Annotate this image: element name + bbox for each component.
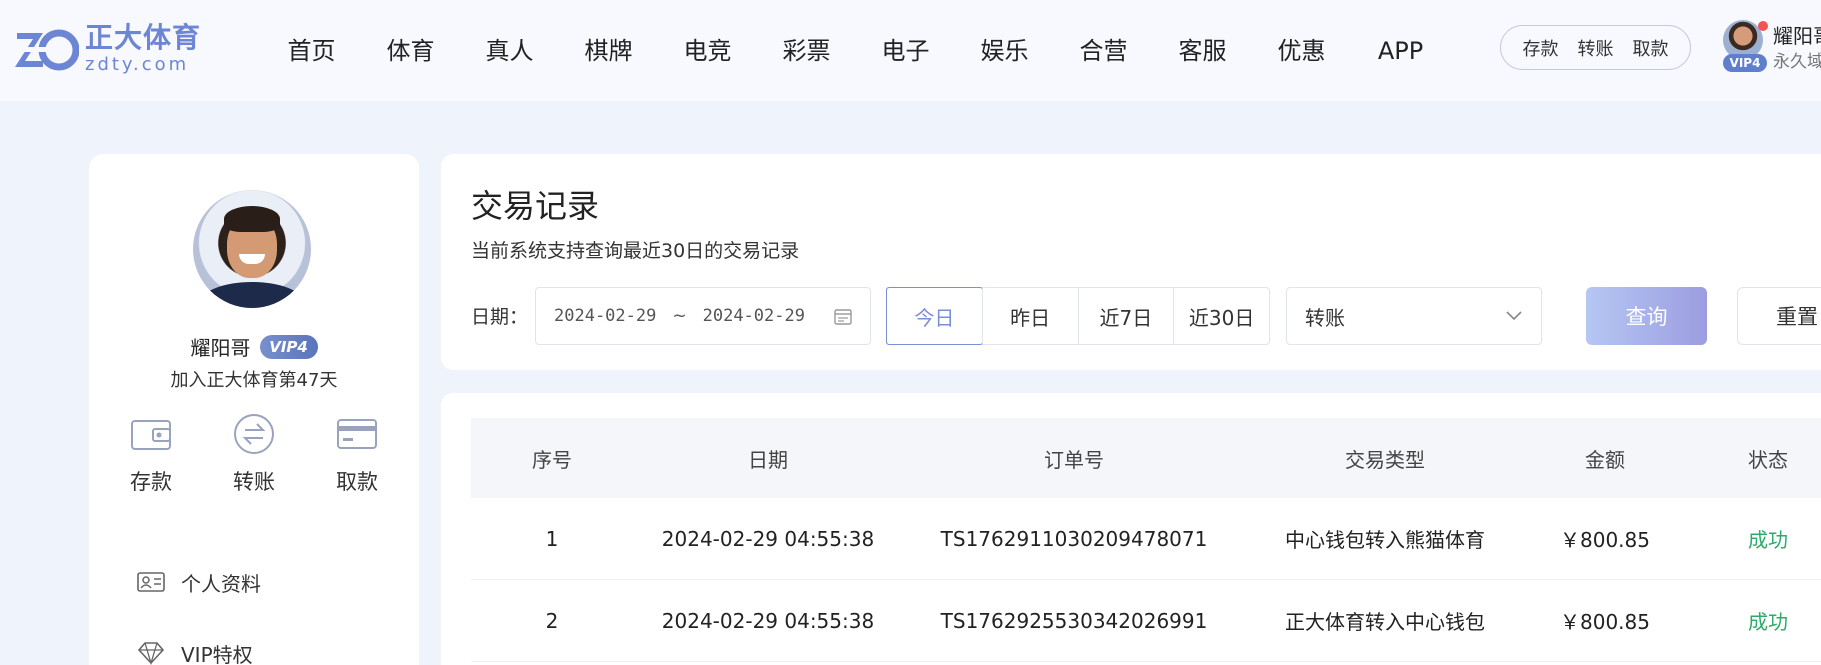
nav-app[interactable]: APP: [1351, 34, 1450, 68]
row-index: 1: [545, 526, 559, 551]
zd-logo-icon: [15, 29, 79, 71]
reset-button[interactable]: 重置: [1737, 287, 1821, 345]
date-start[interactable]: 2024-02-29: [554, 306, 656, 326]
header-amount: 金额: [1585, 447, 1625, 472]
filter-panel: 交易记录 当前系统支持查询最近30日的交易记录 日期： 2024-02-29 ~…: [441, 154, 1821, 370]
nav-live[interactable]: 真人: [460, 34, 559, 68]
id-card-icon: [137, 572, 165, 592]
header-status: 状态: [1748, 447, 1788, 472]
header-username[interactable]: 耀阳哥: [1773, 20, 1821, 49]
header-index: 序号: [532, 447, 572, 472]
deposit-button[interactable]: 存款: [109, 412, 193, 496]
menu-personal-info[interactable]: 个人资料: [137, 567, 261, 597]
page-title: 交易记录: [471, 187, 600, 225]
quick-transfer-link[interactable]: 转账: [1578, 35, 1614, 61]
profile-card: 耀阳哥 VIP4 加入正大体育第47天 存款 转账 取款 个人资料 VIP特权: [89, 154, 419, 665]
quick-range-group: 今日 昨日 近7日 近30日: [886, 287, 1270, 345]
withdraw-label: 取款: [336, 470, 378, 494]
date-end[interactable]: 2024-02-29: [703, 306, 805, 326]
transfer-label: 转账: [233, 470, 275, 494]
transfer-icon: [234, 414, 274, 454]
quick-actions: 存款 转账 取款: [1500, 25, 1691, 70]
transaction-type-select[interactable]: 转账: [1286, 287, 1542, 345]
quick-withdraw-link[interactable]: 取款: [1633, 35, 1669, 61]
nav-home[interactable]: 首页: [262, 34, 361, 68]
brand-logo[interactable]: 正大体育 zdty.com: [13, 21, 202, 75]
nav-affiliate[interactable]: 合营: [1054, 34, 1153, 68]
profile-actions: 存款 转账 取款: [109, 412, 399, 496]
range-7days-button[interactable]: 近7日: [1077, 288, 1174, 344]
profile-avatar[interactable]: [193, 190, 311, 308]
nav-lottery[interactable]: 彩票: [757, 34, 856, 68]
top-header: 正大体育 zdty.com 首页 体育 真人 棋牌 电竞 彩票 电子 娱乐 合营…: [0, 0, 1821, 101]
join-days-text: 加入正大体育第47天: [170, 370, 338, 391]
table-row: 2 2024-02-29 04:55:38 TS1762925530342026…: [471, 580, 1821, 662]
date-separator: ~: [672, 306, 687, 326]
row-date: 2024-02-29 04:55:38: [661, 526, 875, 551]
header-vip-badge: VIP4: [1723, 54, 1767, 72]
header-user[interactable]: VIP4 耀阳哥 永久域: [1721, 18, 1821, 78]
nav-sports[interactable]: 体育: [361, 34, 460, 68]
nav-cards[interactable]: 棋牌: [559, 34, 658, 68]
nav-support[interactable]: 客服: [1153, 34, 1252, 68]
row-type: 正大体育转入中心钱包: [1285, 610, 1485, 634]
brand-name: 正大体育: [85, 21, 202, 54]
profile-vip-badge: VIP4: [259, 334, 318, 359]
range-30days-button[interactable]: 近30日: [1173, 288, 1269, 344]
query-button[interactable]: 查询: [1586, 287, 1707, 345]
card-icon: [337, 419, 377, 449]
notification-dot: [1758, 21, 1768, 31]
table-row: 1 2024-02-29 04:55:38 TS1762911030209478…: [471, 498, 1821, 580]
nav-entertainment[interactable]: 娱乐: [955, 34, 1054, 68]
menu-vip-privileges[interactable]: VIP特权: [137, 638, 253, 665]
profile-username: 耀阳哥: [190, 336, 251, 360]
row-order-no: TS1762925530342026991: [940, 608, 1208, 633]
header-user-subtitle[interactable]: 永久域: [1773, 47, 1821, 72]
withdraw-button[interactable]: 取款: [315, 412, 399, 496]
calendar-icon[interactable]: [834, 308, 852, 325]
transactions-table: 序号 日期 订单号 交易类型 金额 状态 1 2024-02-29 04:55:…: [441, 393, 1821, 665]
row-type: 中心钱包转入熊猫体育: [1285, 528, 1485, 552]
date-range-picker[interactable]: 2024-02-29 ~ 2024-02-29: [535, 287, 871, 345]
header-type: 交易类型: [1345, 447, 1425, 472]
page-subtitle: 当前系统支持查询最近30日的交易记录: [471, 240, 800, 262]
nav-promotions[interactable]: 优惠: [1252, 34, 1351, 68]
transaction-type-value: 转账: [1305, 305, 1345, 330]
row-amount: ￥800.85: [1560, 528, 1650, 552]
range-yesterday-button[interactable]: 昨日: [981, 288, 1078, 344]
brand-domain: zdty.com: [85, 54, 190, 75]
diamond-icon: [137, 642, 165, 665]
row-order-no: TS176291103020947807​1: [940, 526, 1208, 551]
transfer-button[interactable]: 转账: [212, 412, 296, 496]
quick-deposit-link[interactable]: 存款: [1523, 35, 1559, 61]
menu-vip-label: VIP特权: [181, 642, 253, 665]
profile-name-row: 耀阳哥 VIP4: [89, 332, 419, 361]
nav-esports[interactable]: 电竞: [658, 34, 757, 68]
range-today-button[interactable]: 今日: [886, 287, 983, 345]
header-order-no: 订单号: [1044, 447, 1104, 472]
header-date: 日期: [748, 447, 788, 472]
date-label: 日期：: [471, 306, 529, 328]
row-status: 成功: [1748, 610, 1788, 634]
nav-slots[interactable]: 电子: [856, 34, 955, 68]
wallet-icon: [131, 420, 171, 450]
menu-personal-info-label: 个人资料: [181, 571, 261, 596]
row-date: 2024-02-29 04:55:38: [661, 608, 875, 633]
row-amount: ￥800.85: [1560, 610, 1650, 634]
row-index: 2: [545, 608, 559, 633]
row-status: 成功: [1748, 528, 1788, 552]
main-nav: 首页 体育 真人 棋牌 电竞 彩票 电子 娱乐 合营 客服 优惠 APP: [262, 34, 1450, 68]
chevron-down-icon: [1506, 311, 1522, 321]
table-header: 序号 日期 订单号 交易类型 金额 状态: [471, 418, 1821, 498]
deposit-label: 存款: [130, 470, 172, 494]
